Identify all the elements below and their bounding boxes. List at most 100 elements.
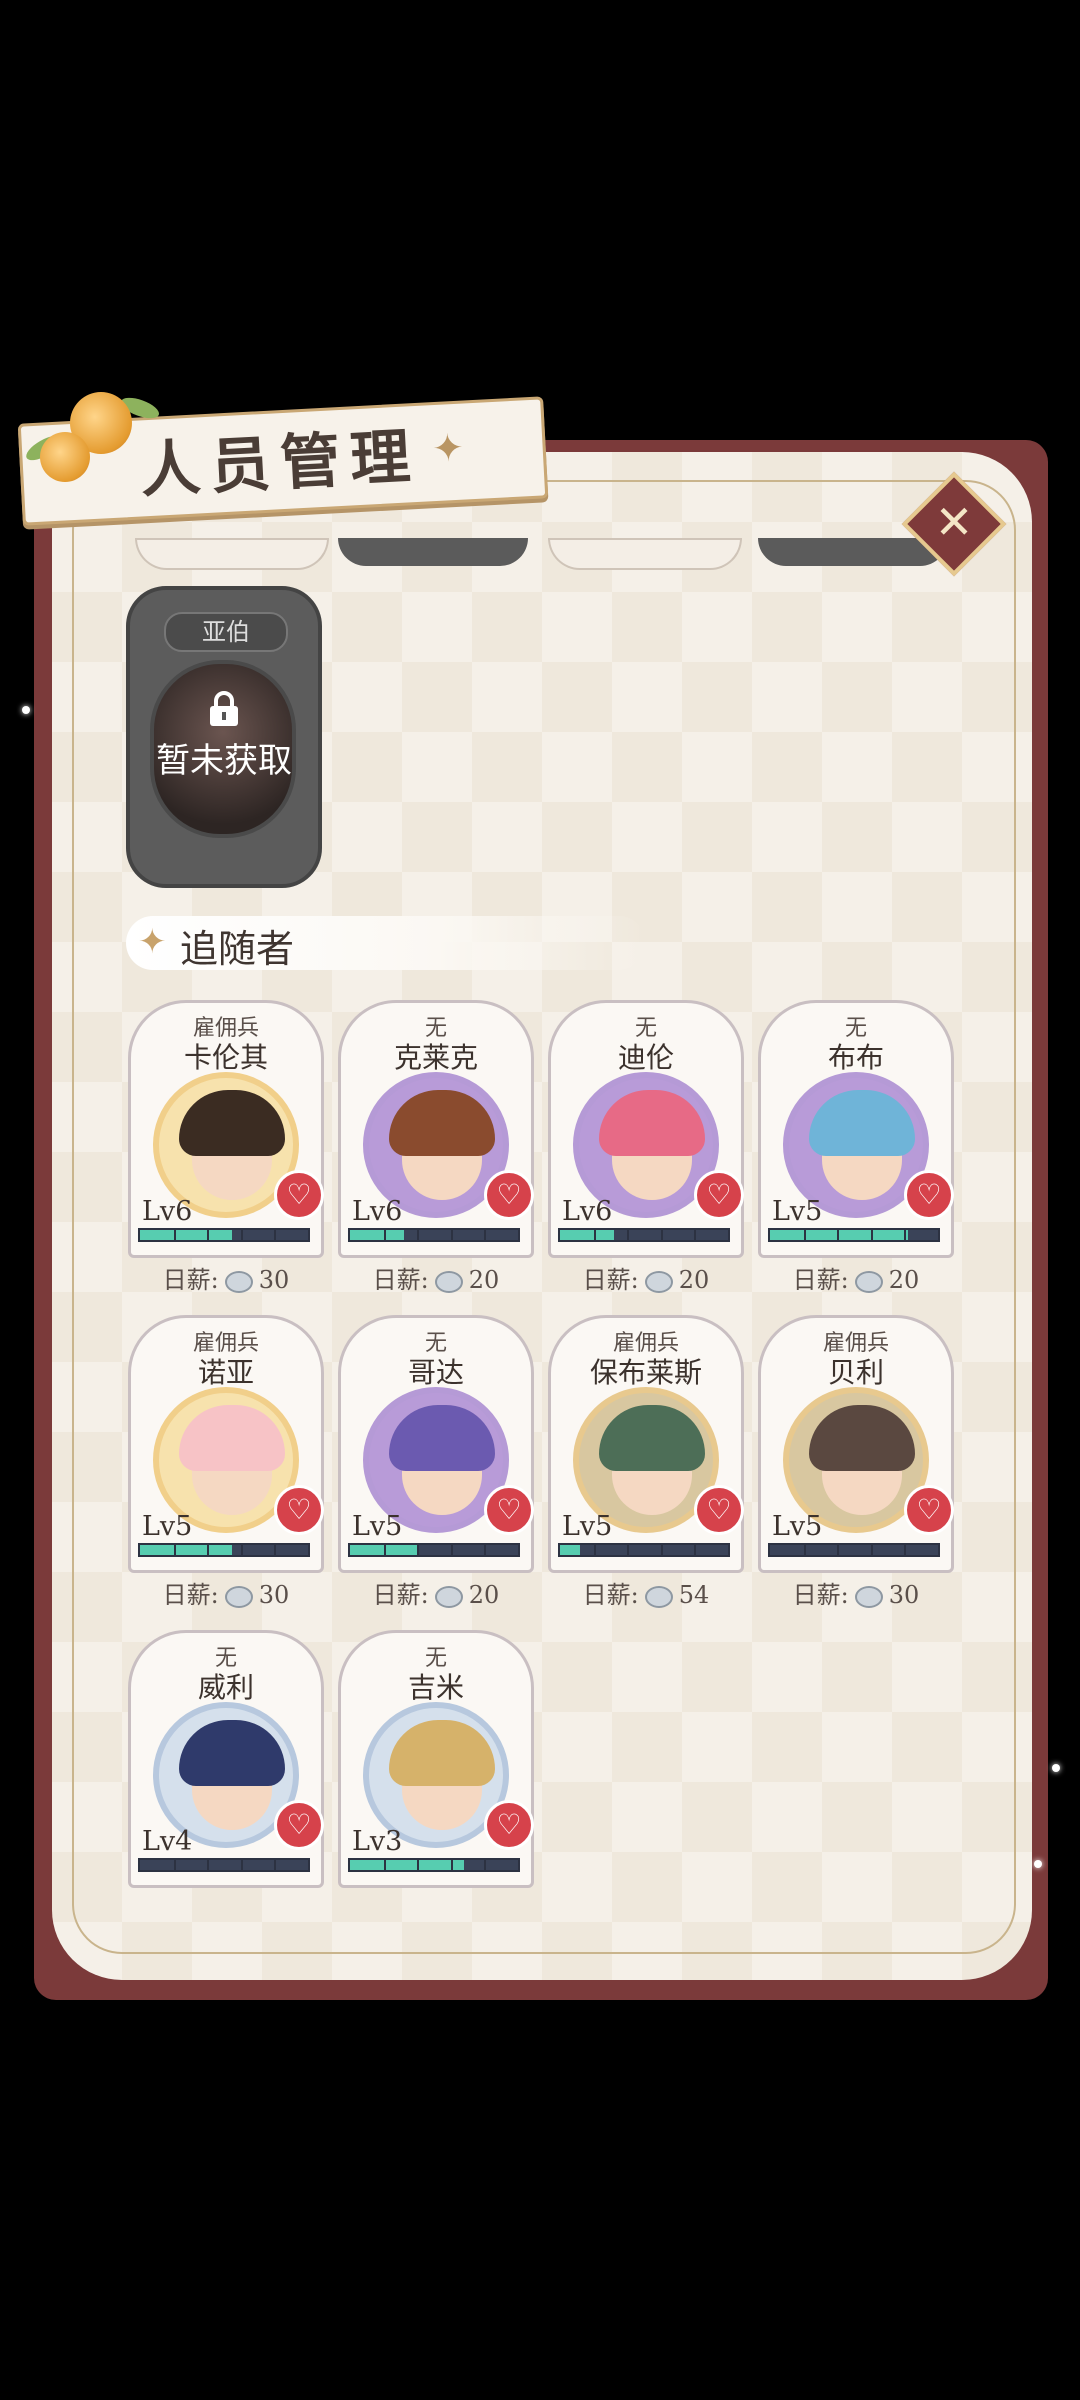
daily-wage: 日薪: 20 xyxy=(338,1575,534,1610)
wage-label: 日薪: xyxy=(582,1266,639,1294)
daily-wage: 日薪: 30 xyxy=(128,1260,324,1295)
wage-value: 54 xyxy=(678,1581,710,1609)
exp-bar-divider xyxy=(240,1545,243,1555)
exp-bar-divider xyxy=(417,1545,420,1555)
wage-label: 日薪: xyxy=(372,1581,429,1609)
coin-icon xyxy=(644,1270,673,1293)
section-star-icon: ✦ xyxy=(138,922,167,962)
locked-character-name: 亚伯 xyxy=(164,612,288,652)
wage-label: 日薪: xyxy=(372,1266,429,1294)
coin-icon xyxy=(434,1585,463,1608)
favorite-heart-icon[interactable]: ♡ xyxy=(904,1170,954,1220)
sparkle-decoration xyxy=(1034,1860,1042,1868)
follower-level: Lv5 xyxy=(772,1511,823,1542)
wage-value: 20 xyxy=(888,1266,920,1294)
exp-bar xyxy=(348,1543,520,1557)
exp-bar-divider xyxy=(274,1230,277,1240)
exp-bar-divider xyxy=(417,1230,420,1240)
exp-bar-divider xyxy=(627,1545,630,1555)
exp-bar xyxy=(768,1228,940,1242)
rose-icon xyxy=(40,432,90,482)
coin-icon xyxy=(854,1585,883,1608)
exp-bar-divider xyxy=(383,1230,386,1240)
wage-label: 日薪: xyxy=(162,1581,219,1609)
follower-level: Lv6 xyxy=(142,1196,193,1227)
portrait-hair xyxy=(179,1720,285,1786)
exp-bar-divider xyxy=(904,1230,907,1240)
favorite-heart-icon[interactable]: ♡ xyxy=(904,1485,954,1535)
exp-bar xyxy=(348,1858,520,1872)
daily-wage: 日薪: 20 xyxy=(338,1260,534,1295)
wage-label: 日薪: xyxy=(162,1266,219,1294)
portrait-hair xyxy=(179,1090,285,1156)
follower-level: Lv6 xyxy=(562,1196,613,1227)
exp-bar-divider xyxy=(383,1860,386,1870)
exp-bar-divider xyxy=(484,1860,487,1870)
portrait-hair xyxy=(809,1090,915,1156)
exp-bar-divider xyxy=(207,1545,210,1555)
follower-name: 哥达 xyxy=(407,1356,464,1389)
exp-bar-fill xyxy=(560,1545,581,1555)
exp-bar-divider xyxy=(173,1230,176,1240)
exp-bar-fill xyxy=(350,1230,404,1240)
close-icon[interactable]: ✕ xyxy=(924,492,984,552)
portrait-hair xyxy=(809,1405,915,1471)
tab-stub-2[interactable] xyxy=(338,538,528,566)
exp-bar xyxy=(558,1543,730,1557)
wage-value: 20 xyxy=(678,1266,710,1294)
sparkle-decoration xyxy=(22,706,30,714)
coin-icon xyxy=(224,1585,253,1608)
follower-name: 诺亚 xyxy=(197,1356,254,1389)
tab-stub-1[interactable] xyxy=(135,538,329,570)
daily-wage: 日薪: 20 xyxy=(758,1260,954,1295)
favorite-heart-icon[interactable]: ♡ xyxy=(484,1485,534,1535)
follower-level: Lv5 xyxy=(562,1511,613,1542)
tab-stub-3[interactable] xyxy=(548,538,742,570)
exp-bar xyxy=(138,1858,310,1872)
favorite-heart-icon[interactable]: ♡ xyxy=(484,1800,534,1850)
follower-name: 吉米 xyxy=(407,1671,464,1704)
favorite-heart-icon[interactable]: ♡ xyxy=(484,1170,534,1220)
exp-bar-divider xyxy=(870,1230,873,1240)
follower-name: 威利 xyxy=(197,1671,254,1704)
exp-bar-divider xyxy=(207,1230,210,1240)
wage-value: 30 xyxy=(258,1581,290,1609)
exp-bar-divider xyxy=(803,1545,806,1555)
banner-ornament-icon: ✦ xyxy=(430,425,465,471)
favorite-heart-icon[interactable]: ♡ xyxy=(694,1485,744,1535)
exp-bar xyxy=(138,1543,310,1557)
portrait-hair xyxy=(389,1405,495,1471)
exp-bar-divider xyxy=(627,1230,630,1240)
lock-icon xyxy=(210,691,238,726)
exp-bar-fill xyxy=(350,1860,465,1870)
favorite-heart-icon[interactable]: ♡ xyxy=(694,1170,744,1220)
exp-bar-divider xyxy=(660,1230,663,1240)
favorite-heart-icon[interactable]: ♡ xyxy=(274,1170,324,1220)
exp-bar-divider xyxy=(484,1545,487,1555)
exp-bar-divider xyxy=(593,1230,596,1240)
follower-name: 布布 xyxy=(827,1041,884,1074)
wage-value: 20 xyxy=(468,1266,500,1294)
follower-level: Lv6 xyxy=(352,1196,403,1227)
exp-bar-divider xyxy=(450,1230,453,1240)
exp-bar-divider xyxy=(837,1230,840,1240)
exp-bar-divider xyxy=(803,1230,806,1240)
sparkle-decoration xyxy=(1052,1764,1060,1772)
portrait-hair xyxy=(599,1090,705,1156)
favorite-heart-icon[interactable]: ♡ xyxy=(274,1485,324,1535)
exp-bar-divider xyxy=(450,1545,453,1555)
wage-value: 30 xyxy=(888,1581,920,1609)
favorite-heart-icon[interactable]: ♡ xyxy=(274,1800,324,1850)
exp-bar-fill xyxy=(140,1545,233,1555)
exp-bar xyxy=(558,1228,730,1242)
coin-icon xyxy=(644,1585,673,1608)
exp-bar-divider xyxy=(417,1860,420,1870)
exp-bar-divider xyxy=(173,1860,176,1870)
exp-bar-divider xyxy=(173,1545,176,1555)
daily-wage: 日薪: 54 xyxy=(548,1575,744,1610)
exp-bar-divider xyxy=(484,1230,487,1240)
exp-bar-fill xyxy=(140,1230,233,1240)
coin-icon xyxy=(434,1270,463,1293)
coin-icon xyxy=(224,1270,253,1293)
wage-label: 日薪: xyxy=(792,1266,849,1294)
